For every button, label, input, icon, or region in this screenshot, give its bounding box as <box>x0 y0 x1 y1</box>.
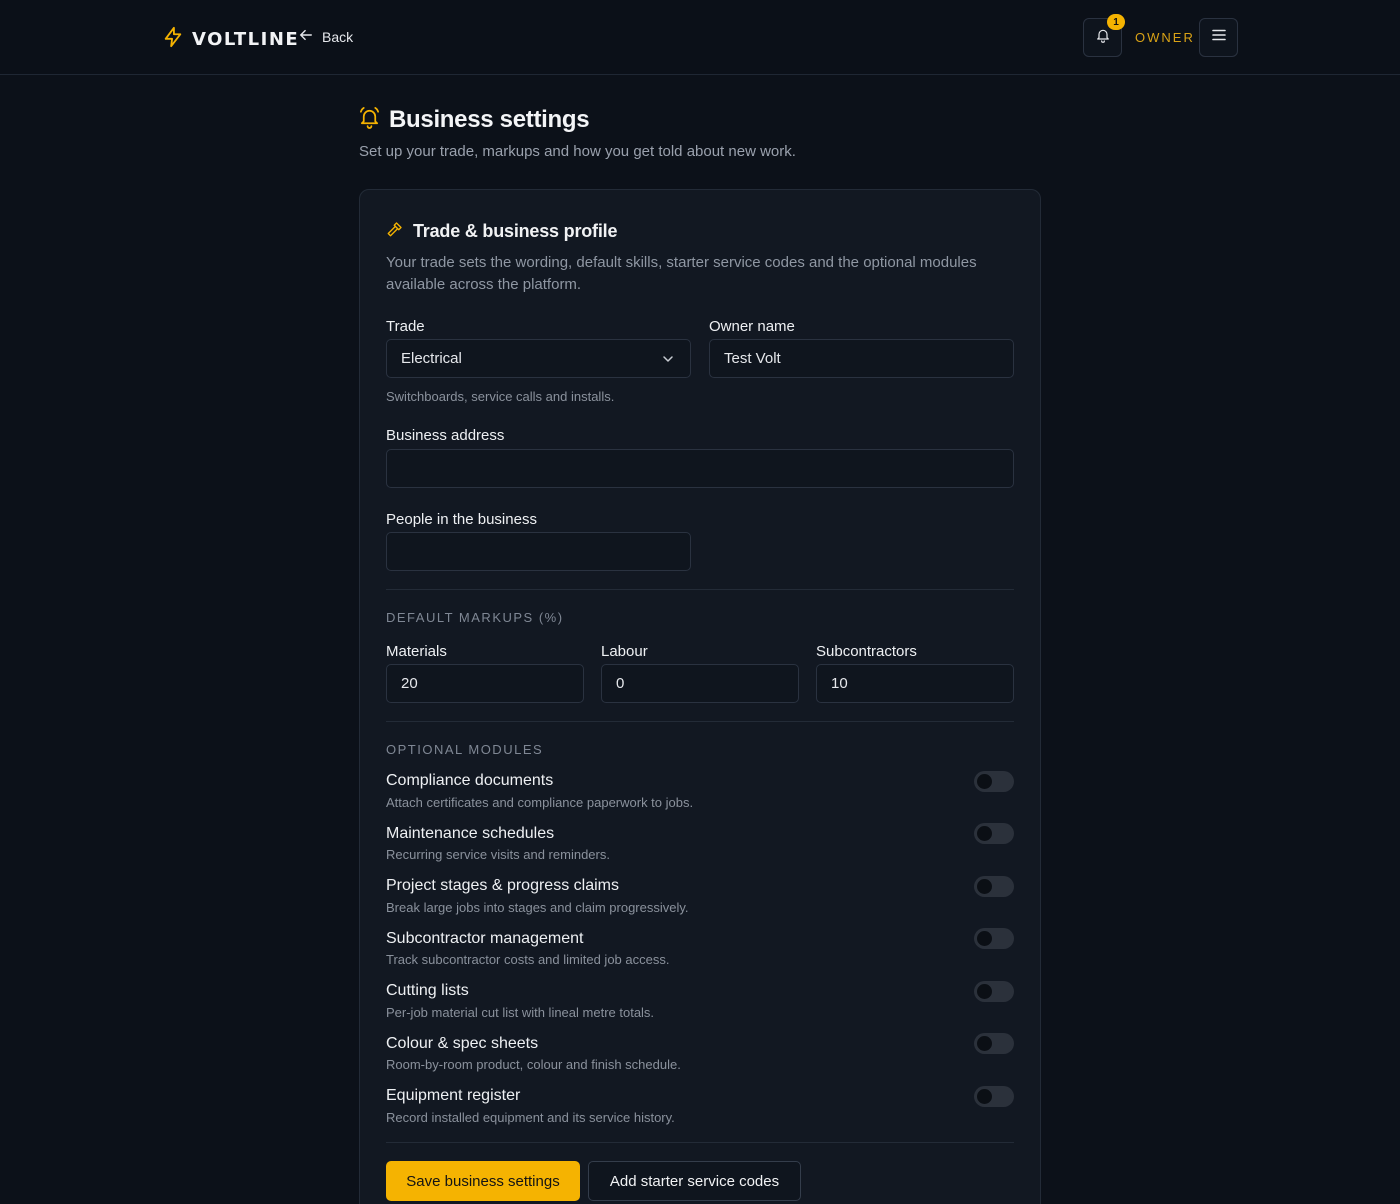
save-business-settings-button[interactable]: Save business settings <box>386 1161 580 1201</box>
toggle-knob <box>977 879 992 894</box>
subcontractors-input[interactable] <box>831 675 999 692</box>
module-description: Room-by-room product, colour and finish … <box>386 1057 681 1072</box>
subcontractors-field[interactable] <box>816 664 1014 703</box>
module-description: Attach certificates and compliance paper… <box>386 795 694 810</box>
module-title: Compliance documents <box>386 772 554 789</box>
brand-logo[interactable]: VOLTLINE <box>162 24 299 55</box>
maintenance-schedules-toggle[interactable] <box>974 823 1014 844</box>
project-stages-toggle[interactable] <box>974 876 1014 897</box>
colour-spec-sheets-toggle[interactable] <box>974 1033 1014 1054</box>
profile-section-description: Your trade sets the wording, default ski… <box>386 254 977 293</box>
modules-heading: OPTIONAL MODULES <box>386 742 544 757</box>
module-description: Break large jobs into stages and claim p… <box>386 900 689 915</box>
page-title: Business settings <box>389 106 590 133</box>
module-title: Project stages & progress claims <box>386 877 619 894</box>
section-divider <box>386 589 1014 590</box>
labour-label: Labour <box>601 643 648 660</box>
cutting-lists-toggle[interactable] <box>974 981 1014 1002</box>
section-divider <box>386 1142 1014 1143</box>
bell-icon <box>1095 27 1111 48</box>
section-divider <box>386 721 1014 722</box>
page-subtitle: Set up your trade, markups and how you g… <box>359 143 796 160</box>
user-role: OWNER <box>1135 30 1195 45</box>
materials-field[interactable] <box>386 664 584 703</box>
module-title: Cutting lists <box>386 982 469 999</box>
profile-section-heading: Trade & business profile <box>386 220 617 243</box>
module-description: Recurring service visits and reminders. <box>386 847 610 862</box>
brand-name: VOLTLINE <box>192 29 300 50</box>
back-label: Back <box>322 28 354 45</box>
owner-name-field[interactable] <box>709 339 1014 378</box>
page-heading: Business settings <box>358 106 590 134</box>
profile-section-title: Trade & business profile <box>413 221 618 241</box>
add-starter-service-codes-button[interactable]: Add starter service codes <box>588 1161 801 1201</box>
module-description: Record installed equipment and its servi… <box>386 1110 675 1125</box>
markups-heading: DEFAULT MARKUPS (%) <box>386 610 564 625</box>
trade-label: Trade <box>386 318 425 335</box>
subcontractors-label: Subcontractors <box>816 643 917 660</box>
top-bar: VOLTLINE Back 1 OWNER <box>0 0 1400 75</box>
lightning-bolt-icon <box>162 24 184 55</box>
owner-name-input[interactable] <box>724 350 999 367</box>
module-title: Subcontractor management <box>386 930 584 947</box>
toggle-knob <box>977 1089 992 1104</box>
back-button[interactable]: Back <box>290 28 353 45</box>
labour-field[interactable] <box>601 664 799 703</box>
trade-selected-value: Electrical <box>401 350 462 367</box>
hamburger-menu-icon <box>1211 27 1227 48</box>
people-input[interactable] <box>401 543 676 560</box>
business-address-input[interactable] <box>401 460 999 477</box>
arrow-left-icon <box>299 28 313 45</box>
trade-select[interactable]: Electrical <box>386 339 691 378</box>
equipment-register-toggle[interactable] <box>974 1086 1014 1107</box>
toggle-knob <box>977 774 992 789</box>
menu-button[interactable] <box>1199 18 1238 57</box>
toggle-knob <box>977 826 992 841</box>
business-address-field[interactable] <box>386 449 1014 488</box>
notification-count-badge: 1 <box>1107 14 1125 30</box>
toggle-knob <box>977 931 992 946</box>
module-description: Per-job material cut list with lineal me… <box>386 1005 655 1020</box>
trade-hint: Switchboards, service calls and installs… <box>386 389 615 404</box>
module-title: Equipment register <box>386 1087 521 1104</box>
materials-label: Materials <box>386 643 447 660</box>
compliance-documents-toggle[interactable] <box>974 771 1014 792</box>
materials-input[interactable] <box>401 675 569 692</box>
module-title: Colour & spec sheets <box>386 1035 539 1052</box>
module-title: Maintenance schedules <box>386 825 555 842</box>
people-label: People in the business <box>386 511 537 528</box>
hammer-icon <box>386 220 404 243</box>
labour-input[interactable] <box>616 675 784 692</box>
module-description: Track subcontractor costs and limited jo… <box>386 952 670 967</box>
people-field[interactable] <box>386 532 691 571</box>
subcontractor-management-toggle[interactable] <box>974 928 1014 949</box>
toggle-knob <box>977 1036 992 1051</box>
toggle-knob <box>977 984 992 999</box>
business-address-label: Business address <box>386 427 505 444</box>
bell-ring-icon <box>358 106 381 134</box>
owner-name-label: Owner name <box>709 318 795 335</box>
